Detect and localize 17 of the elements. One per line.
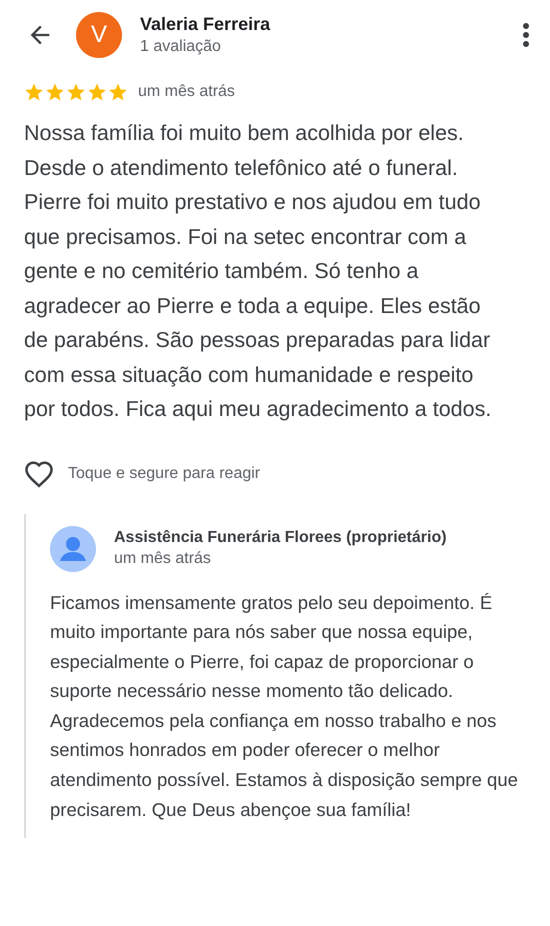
star-icon xyxy=(87,82,107,102)
heart-icon[interactable] xyxy=(24,460,54,488)
star-icon xyxy=(108,82,128,102)
reply-text: Ficamos imensamente gratos pelo seu depoimento. É muito importante para nós saber que nossa equipe, especialmente o Pierre, foi capaz de proporcionar o suporte necessário nesse momento tão delicado. Agradecemos pela confiança em nosso trabalho e nos sentimos honrados em poder oferecer o melhor atendimento possível. Estamos à disposição sempre que precisarem. Que Deus abençoe sua família! xyxy=(50,590,519,822)
star-icon xyxy=(24,82,44,102)
reviewer-avatar: V xyxy=(76,12,122,58)
star-icon xyxy=(45,82,65,102)
reply-time: um mês atrás xyxy=(114,550,212,568)
review-count: 1 avaliação xyxy=(140,38,222,56)
owner-avatar-icon xyxy=(50,526,96,572)
review-time: um mês atrás xyxy=(138,83,235,101)
more-options-button[interactable] xyxy=(522,22,530,48)
owner-name: Assistência Funerária Florees (proprietário) xyxy=(114,529,448,547)
star-icon xyxy=(66,82,86,102)
reviewer-name: Valeria Ferreira xyxy=(140,14,272,35)
reaction-hint: Toque e segure para reagir xyxy=(68,464,260,482)
review-text: Nossa família foi muito bem acolhida por eles. Desde o atendimento telefônico até o funeral. Pierre foi muito prestativo e nos ajudou em tudo que precisamos. Foi na setec encontrar com a gente e no cemitério também. Só tenho a agradecer ao Pierre e toda a equipe. Eles estão de parabéns. São pessoas preparadas para lidar com essa situação com humanidade e respeito por todos. Fica aqui meu agradecimento a todos. xyxy=(23,120,492,423)
